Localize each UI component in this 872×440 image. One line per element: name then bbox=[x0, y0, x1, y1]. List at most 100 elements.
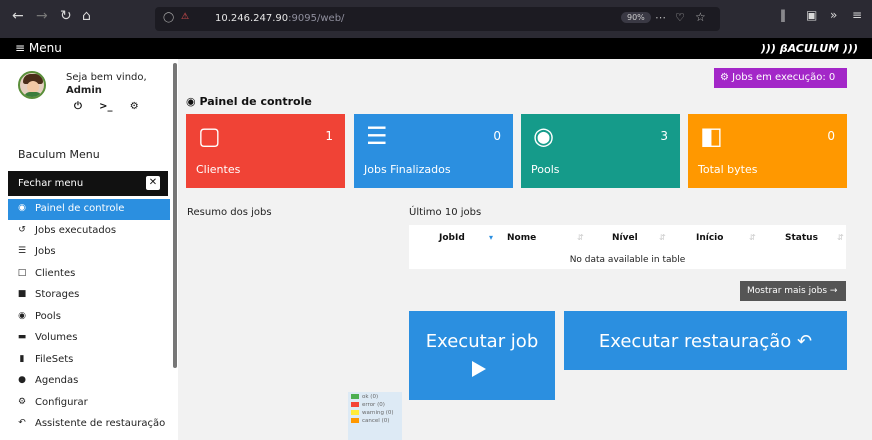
sidebar-item-jobs[interactable]: ☰ Jobs bbox=[8, 242, 170, 263]
tile-count: 0 bbox=[493, 129, 501, 143]
undo-icon: ↶ bbox=[18, 418, 26, 428]
hamburger-icon: ≡ bbox=[15, 41, 26, 55]
insecure-lock-icon: ⚠ bbox=[181, 12, 190, 22]
files-icon: ◧ bbox=[700, 122, 723, 150]
tile-count: 0 bbox=[827, 129, 835, 143]
pocket-icon[interactable]: ♡ bbox=[675, 11, 685, 24]
home-icon[interactable]: ⌂ bbox=[82, 8, 91, 24]
column-header-inicio[interactable]: Início bbox=[696, 233, 723, 243]
tile-count: 3 bbox=[660, 129, 668, 143]
clock-icon: ● bbox=[18, 375, 26, 385]
monitor-icon: ▢ bbox=[198, 122, 221, 150]
hamburger-menu-icon[interactable]: ≡ bbox=[852, 8, 862, 22]
column-header-jobid[interactable]: JobId bbox=[439, 233, 465, 243]
legend-item-error: error (0) bbox=[351, 402, 399, 410]
avatar bbox=[18, 71, 46, 99]
gear-icon: ⚙ bbox=[17, 397, 27, 407]
sort-desc-icon: ▾ bbox=[489, 233, 494, 242]
sort-icon: ⇵ bbox=[577, 233, 584, 242]
history-icon: ↺ bbox=[18, 225, 26, 235]
sidebar-item-clientes[interactable]: □ Clientes bbox=[8, 264, 170, 285]
more-actions-icon[interactable]: ⋯ bbox=[655, 11, 666, 24]
desktop-icon: □ bbox=[17, 268, 27, 278]
console-icon[interactable]: >_ bbox=[99, 101, 112, 112]
forward-icon[interactable]: → bbox=[36, 8, 48, 24]
shield-icon: ◯ bbox=[163, 12, 175, 23]
column-header-status[interactable]: Status bbox=[785, 233, 818, 243]
sidebar-scrollbar[interactable] bbox=[173, 63, 177, 368]
run-job-button[interactable]: Executar job bbox=[409, 311, 555, 400]
last-jobs-table: JobId ▾ Nome ⇵ Nível ⇵ Início ⇵ Status ⇵… bbox=[409, 225, 846, 269]
pool-icon: ◉ bbox=[533, 122, 554, 150]
sidebar-item-filesets[interactable]: ▮ FileSets bbox=[8, 350, 170, 371]
legend-item-cancel: cancel (0) bbox=[351, 418, 399, 426]
library-icon[interactable]: ‖ bbox=[780, 8, 786, 22]
sidebar-item-configurar[interactable]: ⚙ Configurar bbox=[8, 393, 170, 414]
close-menu-label: Fechar menu bbox=[18, 178, 84, 189]
sidebar-item-agendas[interactable]: ● Agendas bbox=[8, 371, 170, 392]
url-text: 10.246.247.90:9095/web/ bbox=[215, 13, 345, 24]
menu-label: Menu bbox=[28, 41, 62, 55]
database-icon: ■ bbox=[17, 289, 27, 299]
welcome-text: Seja bem vindo, bbox=[66, 72, 147, 83]
page-title: ◉ Painel de controle bbox=[186, 95, 312, 108]
cogs-icon: ⚙ bbox=[720, 72, 729, 83]
tile-count: 1 bbox=[325, 129, 333, 143]
run-job-label: Executar job bbox=[425, 331, 539, 352]
legend-item-ok: ok (0) bbox=[351, 394, 399, 402]
sidebar-toggle-icon[interactable]: ▣ bbox=[806, 8, 817, 22]
last-jobs-title: Último 10 jobs bbox=[409, 207, 482, 218]
tile-pools[interactable]: ◉ 3 Pools bbox=[521, 114, 680, 188]
pool-icon: ◉ bbox=[18, 311, 26, 321]
tile-label: Clientes bbox=[196, 163, 241, 176]
bookmark-star-icon[interactable]: ☆ bbox=[695, 10, 706, 24]
menu-toggle[interactable]: ≡ Menu bbox=[15, 41, 62, 55]
sidebar-item-storages[interactable]: ■ Storages bbox=[8, 285, 170, 306]
tile-total-bytes[interactable]: ◧ 0 Total bytes bbox=[688, 114, 847, 188]
tile-jobs-finalizados[interactable]: ☰ 0 Jobs Finalizados bbox=[354, 114, 513, 188]
sidebar-item-jobs-executados[interactable]: ↺ Jobs executados bbox=[8, 221, 170, 242]
tile-label: Total bytes bbox=[698, 163, 758, 176]
browser-window: ← → ↻ ⌂ ◯ ⚠ 10.246.247.90:9095/web/ 90% … bbox=[0, 0, 872, 440]
column-header-nivel[interactable]: Nível bbox=[612, 233, 638, 243]
address-bar[interactable]: ◯ ⚠ 10.246.247.90:9095/web/ 90% ⋯ ♡ ☆ bbox=[155, 7, 720, 31]
main-content: ⚙ Jobs em execução: 0 ◉ Painel de contro… bbox=[178, 59, 872, 440]
play-icon bbox=[472, 361, 486, 377]
jobs-summary-legend: ok (0) error (0) warning (0) cancel (0) bbox=[348, 392, 402, 440]
more-jobs-button[interactable]: Mostrar mais jobs → bbox=[740, 281, 846, 301]
tile-clientes[interactable]: ▢ 1 Clientes bbox=[186, 114, 345, 188]
app-header: ≡ Menu ))) βACULUM ))) bbox=[0, 38, 872, 59]
back-icon[interactable]: ← bbox=[12, 8, 24, 24]
sort-icon: ⇵ bbox=[837, 233, 844, 242]
list-icon: ☰ bbox=[17, 246, 27, 256]
hdd-icon: ▬ bbox=[17, 332, 27, 342]
sort-icon: ⇵ bbox=[659, 233, 666, 242]
gear-icon[interactable]: ⚙ bbox=[130, 101, 139, 112]
zoom-level[interactable]: 90% bbox=[621, 12, 651, 23]
close-menu-button[interactable]: Fechar menu ✕ bbox=[8, 171, 168, 196]
tile-label: Pools bbox=[531, 163, 560, 176]
table-empty-message: No data available in table bbox=[569, 255, 686, 265]
sidebar: Seja bem vindo, Admin ⏻ >_ ⚙ Baculum Men… bbox=[0, 59, 178, 440]
sidebar-item-painel-de-controle[interactable]: ◉ Painel de controle bbox=[8, 199, 170, 220]
menu-title: Baculum Menu bbox=[18, 148, 100, 161]
username: Admin bbox=[66, 85, 102, 96]
dashboard-icon: ◉ bbox=[18, 203, 26, 213]
reload-icon[interactable]: ↻ bbox=[60, 8, 72, 24]
tasks-icon: ☰ bbox=[366, 122, 388, 150]
sidebar-item-pools[interactable]: ◉ Pools bbox=[8, 307, 170, 328]
overflow-chevron-icon[interactable]: » bbox=[830, 8, 837, 22]
legend-item-warning: warning (0) bbox=[351, 410, 399, 418]
copy-icon: ▮ bbox=[19, 354, 25, 364]
sidebar-item-volumes[interactable]: ▬ Volumes bbox=[8, 328, 170, 349]
column-header-nome[interactable]: Nome bbox=[507, 233, 536, 243]
run-restore-button[interactable]: Executar restauração ↶ bbox=[564, 311, 847, 370]
sidebar-item-assistente-de-restauracao[interactable]: ↶ Assistente de restauração bbox=[8, 414, 170, 435]
run-restore-label: Executar restauração ↶ bbox=[598, 331, 813, 352]
jobs-summary-title: Resumo dos jobs bbox=[187, 207, 272, 218]
sort-icon: ⇵ bbox=[749, 233, 756, 242]
close-icon: ✕ bbox=[146, 176, 160, 190]
undo-icon: ↶ bbox=[797, 331, 813, 352]
power-icon[interactable]: ⏻ bbox=[74, 101, 82, 112]
jobs-running-button[interactable]: ⚙ Jobs em execução: 0 bbox=[714, 68, 847, 88]
